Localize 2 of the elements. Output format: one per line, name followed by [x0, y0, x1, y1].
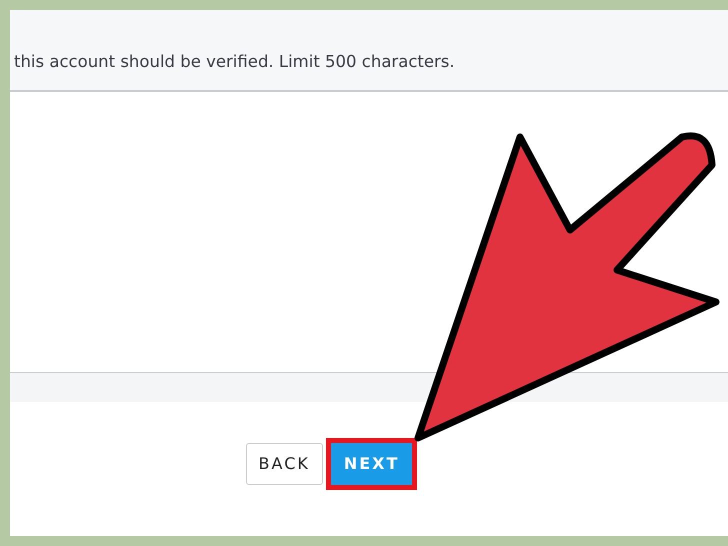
hint-text: this account should be verified. Limit 500 characters.: [14, 52, 455, 71]
back-button[interactable]: BACK: [246, 443, 323, 485]
